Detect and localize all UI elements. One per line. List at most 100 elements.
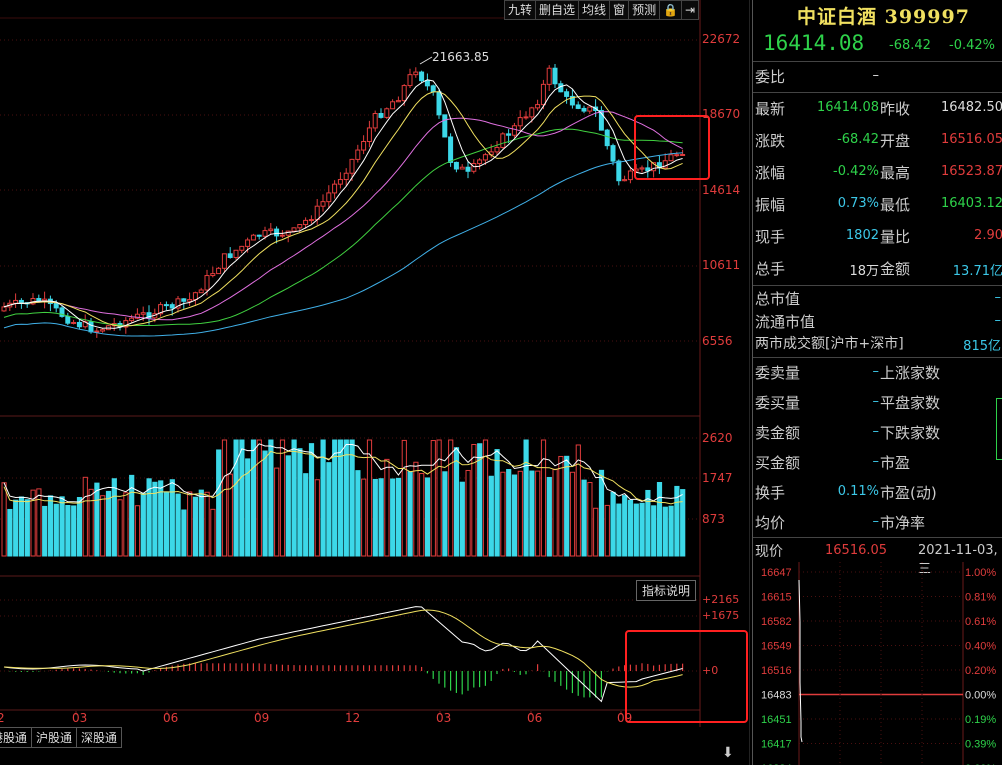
volume-bar [42, 505, 48, 557]
macd-axis-label: +0 [702, 664, 719, 677]
candle-body [581, 107, 587, 112]
indicator-explain-button[interactable]: 指标说明 [636, 580, 697, 601]
price-axis-label: 14614 [702, 183, 741, 197]
volume-bar [291, 439, 297, 557]
candle-body [343, 172, 349, 181]
volume-bar [82, 476, 88, 557]
toolbar-jiuzhuan-button[interactable]: 九转 [504, 0, 537, 20]
quote-label: 下跌家数 [880, 424, 941, 442]
volume-bar [552, 468, 558, 557]
volume-bar [616, 503, 622, 557]
volume-bar [13, 499, 19, 557]
quote-label: 市净率 [880, 514, 926, 532]
volume-bar [349, 439, 355, 557]
quote-label: 换手 [755, 484, 786, 502]
volume-bar [465, 469, 471, 557]
exit-arrow-icon[interactable]: ⇥ [681, 0, 700, 20]
volume-bar [529, 470, 535, 557]
volume-bar [71, 505, 77, 557]
total-market-cap-value: – [994, 290, 1002, 305]
toolbar-forecast-button[interactable]: 预测 [628, 0, 661, 20]
volume-bar [645, 489, 651, 557]
volume-bar [134, 505, 141, 557]
candle-body [517, 117, 523, 127]
volume-bar [65, 504, 71, 557]
quote-label: 委卖量 [755, 364, 801, 382]
quote-value: 13.71亿 [952, 264, 1002, 279]
volume-bar [117, 499, 123, 557]
candle-body [674, 154, 680, 157]
volume-bar [216, 449, 222, 557]
volume-bar [511, 474, 518, 557]
volume-bar [314, 479, 320, 557]
volume-bar [279, 439, 286, 557]
macd-dif-line [3, 606, 683, 703]
quote-label: 涨跌 [755, 132, 786, 150]
mini-right-tick: 0.81% [965, 592, 996, 604]
volume-bar [523, 439, 529, 557]
chart-canvas[interactable] [0, 0, 750, 765]
toolbar-ma-button[interactable]: 均线 [578, 0, 611, 20]
candle-body [610, 145, 616, 162]
tab-hk-connect[interactable]: 港股通 [0, 727, 33, 748]
candle-body [163, 304, 169, 307]
candle-body [477, 159, 483, 165]
tab-sz-connect[interactable]: 深股通 [76, 727, 123, 748]
candle-body [291, 227, 297, 232]
quote-label: 量比 [880, 228, 911, 246]
candle-body [100, 329, 106, 332]
candle-body [18, 299, 24, 304]
mini-left-tick: 16417 [761, 739, 792, 751]
volume-bar [210, 508, 216, 557]
volume-bar [297, 448, 303, 557]
candle-body [471, 163, 477, 172]
candle-body [529, 107, 535, 118]
candle-body [523, 116, 529, 119]
volume-bar [680, 489, 686, 557]
quote-label: 市盈 [880, 454, 911, 472]
quote-row: 涨幅 -0.42% 最高 16523.87 [753, 158, 1002, 186]
weibi-value: – [872, 68, 880, 83]
quote-row: 均价 – 市净率 [753, 508, 1002, 536]
quote-value: 1802 [845, 228, 879, 243]
volume-bar [581, 479, 587, 557]
scrollbar[interactable] [996, 398, 1002, 460]
quote-label: 开盘 [880, 132, 911, 150]
candle-body [303, 219, 309, 226]
quote-value: 2.90 [974, 228, 1002, 243]
candle-body [245, 239, 251, 247]
volume-bar [76, 497, 83, 557]
volume-bar [459, 481, 465, 557]
download-arrow-icon[interactable]: ⬇ [722, 745, 734, 761]
quote-row: 卖金额 – 下跌家数 [753, 418, 1002, 446]
intraday-mini-chart[interactable]: 16647 1.00% 16615 0.81% 16582 0.61% 16549 0.40%… [753, 562, 1002, 765]
candle-body [94, 330, 100, 333]
volume-bar [390, 478, 396, 557]
price-axis-label: 18670 [702, 107, 741, 121]
candle-body [627, 170, 633, 181]
toolbar-remove-watchlist-button[interactable]: 删自选 [535, 0, 580, 20]
x-axis-label: 09 [254, 711, 270, 725]
divider [753, 285, 1002, 286]
divider [753, 92, 1002, 93]
volume-bar [250, 439, 257, 557]
volume-bar [610, 491, 616, 557]
candle-body [639, 167, 645, 170]
volume-bar [558, 455, 564, 557]
quote-label: 市盈(动) [880, 484, 937, 502]
volume-bar [355, 470, 361, 557]
quote-row: 最新 16414.08 昨收 16482.50 [753, 94, 1002, 122]
candle-body [587, 106, 593, 112]
candle-body [1, 306, 7, 312]
candle-body [680, 153, 686, 156]
toolbar-window-button[interactable]: 窗 [609, 0, 630, 20]
x-axis-label: 2 [0, 711, 5, 725]
lock-icon[interactable]: 🔒 [659, 0, 683, 20]
candle-body [349, 158, 355, 174]
quote-row: 买金额 – 市盈 [753, 448, 1002, 476]
kline-chart-area[interactable]: 九转 删自选 均线 窗 预测 🔒 ⇥ 22672 18670 14614 106… [0, 0, 750, 765]
candle-body [169, 304, 175, 309]
quote-label: 振幅 [755, 196, 786, 214]
mini-right-tick: 0.40% [965, 641, 996, 653]
tab-sh-connect[interactable]: 沪股通 [31, 727, 78, 748]
